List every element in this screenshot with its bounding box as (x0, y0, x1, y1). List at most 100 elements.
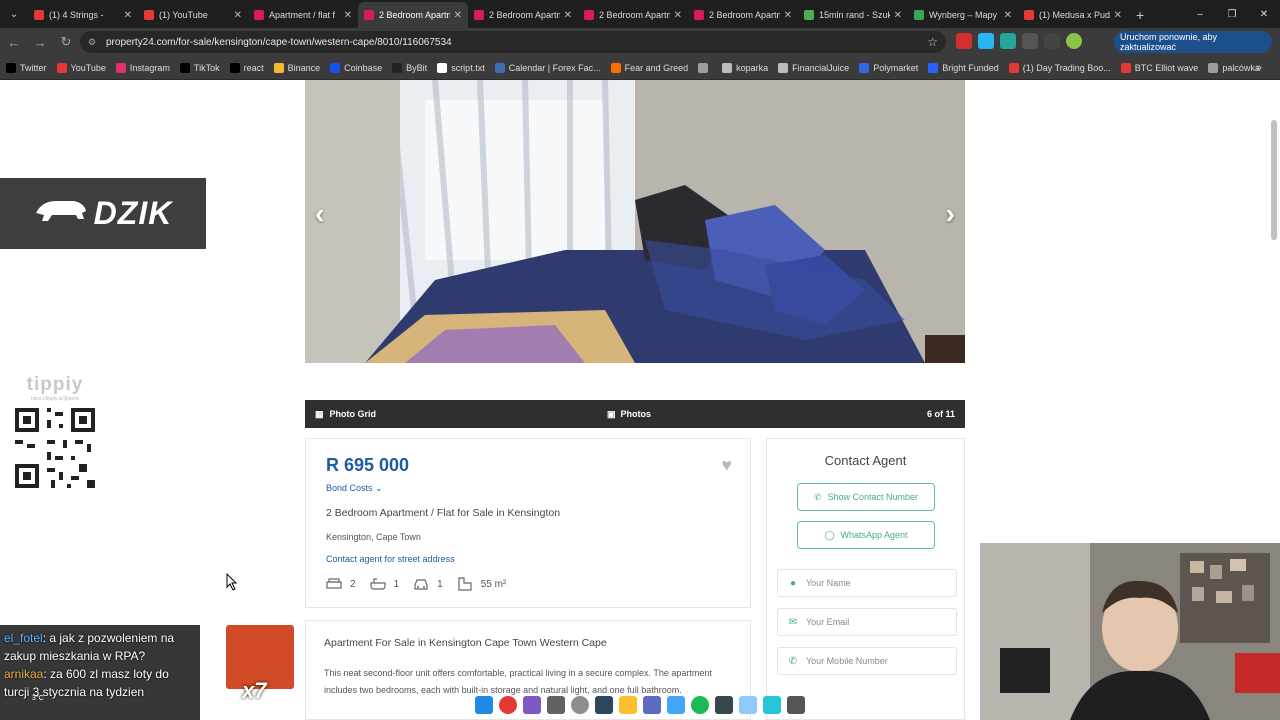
discord-icon[interactable] (523, 696, 541, 714)
bond-costs-toggle[interactable]: Bond Costs ⌄ (326, 483, 383, 494)
close-tab-icon[interactable]: ✕ (454, 10, 462, 21)
email-field[interactable]: ✉ Your Email (777, 608, 957, 636)
bookmark-item[interactable]: Polymarket (859, 62, 918, 73)
app-icon[interactable] (715, 696, 733, 714)
bookmark-item[interactable]: (1) Day Trading Boo... (1008, 62, 1111, 73)
bookmark-item[interactable]: react (229, 62, 264, 73)
bookmark-item[interactable]: TikTok (179, 62, 220, 73)
gallery-spacer (305, 363, 965, 400)
close-tab-icon[interactable]: ✕ (1004, 10, 1012, 21)
chat-message: el_fotel: a jak z pozwoleniem na zakup m… (4, 629, 196, 665)
media-icon[interactable] (1044, 33, 1060, 49)
browser-tab[interactable]: 2 Bedroom Apartm ✕ (468, 2, 578, 28)
browser-tab[interactable]: (1) 4 Strings - ✕ (28, 2, 138, 28)
app-icon[interactable] (667, 696, 685, 714)
next-photo-icon[interactable]: › (946, 198, 955, 230)
bookmark-item[interactable]: BTC Elliot wave (1120, 62, 1198, 73)
bookmark-item[interactable]: Binance (273, 62, 320, 73)
tab-favicon-icon (694, 10, 704, 20)
minimize-icon[interactable]: – (1184, 0, 1216, 28)
bookmark-star-icon[interactable]: ☆ (927, 35, 938, 49)
more-bookmarks-icon[interactable]: » (1256, 62, 1262, 74)
notepad-icon[interactable] (739, 696, 757, 714)
bookmark-item[interactable]: Coinbase (330, 62, 383, 73)
extension-icon[interactable] (1000, 33, 1016, 49)
close-tab-icon[interactable]: ✕ (1114, 10, 1122, 21)
bookmark-item[interactable]: Instagram (115, 62, 170, 73)
favourite-heart-icon[interactable]: ♥ (721, 455, 732, 476)
close-tab-icon[interactable]: ✕ (674, 10, 682, 21)
browser-tab[interactable]: Apartment / flat f ✕ (248, 2, 358, 28)
new-tab-button[interactable]: + (1128, 2, 1152, 28)
tab-search-icon[interactable]: ⌄ (0, 0, 28, 28)
bookmark-item[interactable]: Bright Funded (928, 62, 999, 73)
floor-size-icon (458, 577, 472, 591)
browser-tab[interactable]: 2 Bedroom Apartm ✕ (358, 2, 468, 28)
browser-tab[interactable]: 15mln rand - Szuk ✕ (798, 2, 908, 28)
mobile-field[interactable]: ✆ Your Mobile Number (777, 647, 957, 675)
name-field[interactable]: ● Your Name (777, 569, 957, 597)
close-window-icon[interactable]: ✕ (1248, 0, 1280, 28)
start-icon[interactable] (475, 696, 493, 714)
app-icon[interactable] (643, 696, 661, 714)
bookmark-item[interactable]: Twitter (6, 62, 47, 73)
app-icon[interactable] (547, 696, 565, 714)
browser-tab[interactable]: 2 Bedroom Apartm ✕ (688, 2, 798, 28)
bookmark-label: Coinbase (344, 62, 383, 73)
close-tab-icon[interactable]: ✕ (344, 10, 352, 21)
contact-for-address-link[interactable]: Contact agent for street address (326, 554, 455, 564)
chrome-icon[interactable] (499, 696, 517, 714)
site-info-icon[interactable]: ⚙ (88, 37, 98, 47)
bookmark-item[interactable]: palcówka (1208, 62, 1260, 73)
app-icon[interactable] (763, 696, 781, 714)
bookmark-label: Bright Funded (942, 62, 999, 73)
bookmark-favicon-icon (859, 62, 870, 73)
address-bar[interactable]: ⚙ property24.com/for-sale/kensington/cap… (80, 31, 946, 53)
whatsapp-agent-button[interactable]: ◯ WhatsApp Agent (797, 521, 935, 549)
update-button[interactable]: Uruchom ponownie, aby zaktualizować (1114, 31, 1272, 53)
bookmark-item[interactable]: koparka (722, 62, 768, 73)
bookmark-item[interactable]: YouTube (56, 62, 106, 73)
close-tab-icon[interactable]: ✕ (894, 10, 902, 21)
bookmark-item[interactable]: FinancialJuice (778, 62, 849, 73)
maximize-icon[interactable]: ❐ (1216, 0, 1248, 28)
app-icon[interactable] (787, 696, 805, 714)
tab-title: Apartment / flat f (269, 10, 336, 20)
show-contact-number-button[interactable]: ✆ Show Contact Number (797, 483, 935, 511)
browser-tab[interactable]: (1) YouTube ✕ (138, 2, 248, 28)
profile-avatar[interactable] (1066, 33, 1082, 49)
bookmark-label: TikTok (193, 62, 220, 73)
bookmark-item[interactable]: script.txt (437, 62, 485, 73)
close-tab-icon[interactable]: ✕ (124, 10, 132, 21)
bookmark-item[interactable]: ByBit (392, 62, 427, 73)
close-tab-icon[interactable]: ✕ (234, 10, 242, 21)
browser-tab[interactable]: Wynberg – Mapy ✕ (908, 2, 1018, 28)
steam-icon[interactable] (595, 696, 613, 714)
folder-icon[interactable] (619, 696, 637, 714)
previous-photo-icon[interactable]: ‹ (315, 198, 324, 230)
bookmark-favicon-icon (610, 62, 621, 73)
page-scrollbar[interactable] (1271, 120, 1277, 240)
bookmark-favicon-icon (56, 62, 67, 73)
close-tab-icon[interactable]: ✕ (564, 10, 572, 21)
spotify-icon[interactable] (691, 696, 709, 714)
photos-button[interactable]: ▣ Photos (607, 409, 651, 420)
browser-tab[interactable]: 2 Bedroom Apartm ✕ (578, 2, 688, 28)
tab-favicon-icon (1024, 10, 1034, 20)
extension-icon[interactable] (978, 33, 994, 49)
bookmark-item[interactable]: Calendar | Forex Fac... (494, 62, 601, 73)
puzzle-icon[interactable] (1022, 33, 1038, 49)
bookmark-item[interactable]: Fear and Greed (610, 62, 688, 73)
obs-icon[interactable] (571, 696, 589, 714)
photo-gallery[interactable]: ‹ › (305, 80, 965, 363)
back-icon[interactable]: ← (2, 30, 26, 54)
forward-icon[interactable]: → (28, 30, 52, 54)
reload-icon[interactable]: ↻ (54, 30, 78, 54)
photo-grid-button[interactable]: ▦ Photo Grid (315, 409, 376, 420)
close-tab-icon[interactable]: ✕ (784, 10, 792, 21)
bookmark-item[interactable] (698, 62, 712, 73)
whatsapp-agent-label: WhatsApp Agent (840, 530, 908, 540)
browser-tab[interactable]: (1) Medusa x Pud ✕ (1018, 2, 1128, 28)
extension-icon[interactable] (956, 33, 972, 49)
photos-label: Photos (620, 409, 652, 419)
